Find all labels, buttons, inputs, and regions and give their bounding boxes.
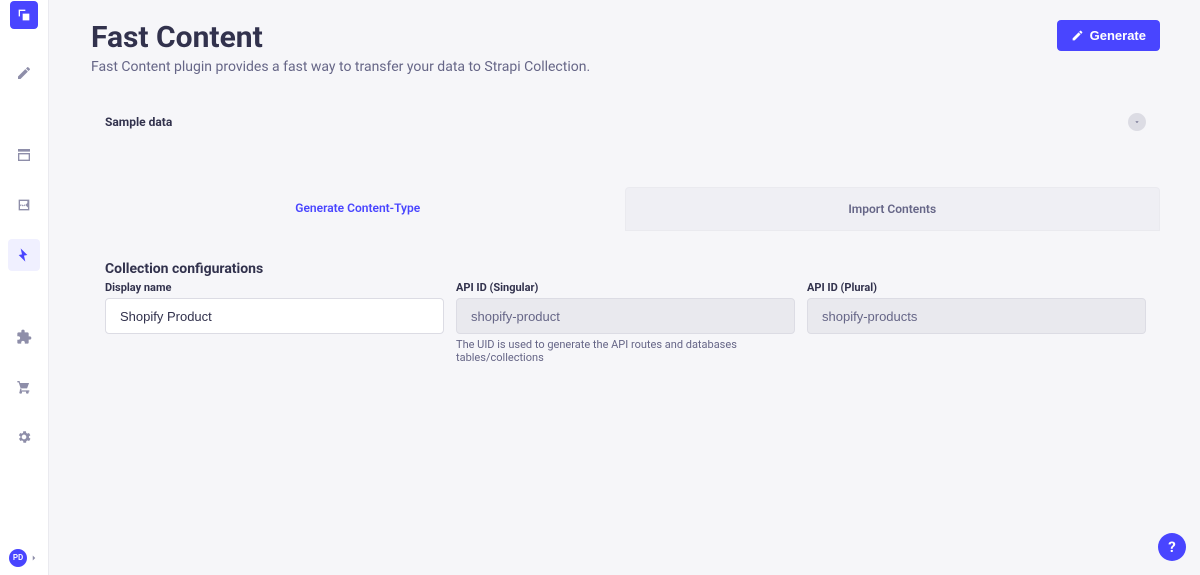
content-type-builder-icon[interactable] <box>8 139 40 171</box>
display-name-input[interactable] <box>105 298 444 334</box>
settings-icon[interactable] <box>8 421 40 453</box>
content-icon[interactable] <box>8 57 40 89</box>
collection-config-section: Collection configurations Display name A… <box>91 261 1160 364</box>
generate-button-label: Generate <box>1090 28 1146 43</box>
help-button[interactable]: ? <box>1158 533 1186 561</box>
api-id-singular-input[interactable] <box>456 298 795 334</box>
marketplace-icon[interactable] <box>8 371 40 403</box>
api-id-singular-hint: The UID is used to generate the API rout… <box>456 338 795 364</box>
plugins-icon[interactable] <box>8 321 40 353</box>
api-id-plural-label: API ID (Plural) <box>807 281 1146 294</box>
expand-sidebar-icon[interactable] <box>29 548 39 567</box>
main-content: Fast Content Fast Content plugin provide… <box>49 0 1200 575</box>
page-subtitle: Fast Content plugin provides a fast way … <box>91 59 590 75</box>
fast-content-icon[interactable] <box>8 239 40 271</box>
display-name-label: Display name <box>105 281 444 294</box>
sample-data-label: Sample data <box>105 115 172 129</box>
edit-icon <box>1071 29 1084 42</box>
strapi-logo[interactable] <box>10 1 38 29</box>
page-title: Fast Content <box>91 20 590 55</box>
section-title: Collection configurations <box>105 261 1146 277</box>
tabs: Generate Content-Type Import Contents <box>91 187 1160 231</box>
generate-button[interactable]: Generate <box>1057 20 1160 51</box>
sidebar: PD <box>0 0 49 575</box>
api-id-singular-label: API ID (Singular) <box>456 281 795 294</box>
chevron-down-icon <box>1133 118 1141 126</box>
collapse-toggle[interactable] <box>1128 113 1146 131</box>
tab-import-contents[interactable]: Import Contents <box>625 187 1161 231</box>
avatar[interactable]: PD <box>9 549 27 567</box>
tab-generate-content-type[interactable]: Generate Content-Type <box>91 187 625 231</box>
api-id-plural-input[interactable] <box>807 298 1146 334</box>
media-library-icon[interactable] <box>8 189 40 221</box>
